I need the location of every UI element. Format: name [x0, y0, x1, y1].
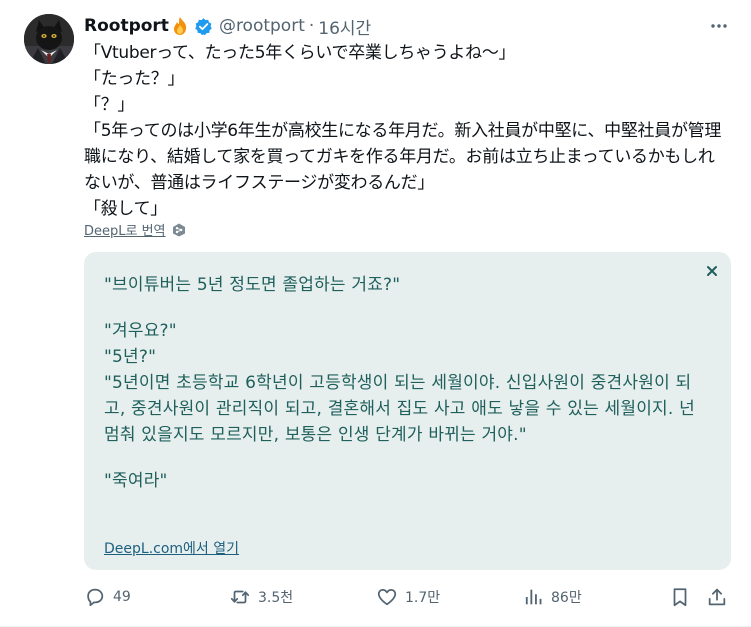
tweet-line: 「？」: [84, 95, 135, 115]
translate-bar: DeepL로 번역: [84, 220, 186, 239]
open-in-deepl-link[interactable]: DeepL.com에서 열기: [104, 538, 239, 558]
translation-text: "브이튜버는 5년 정도면 졸업하는 거죠?" "겨우요?" "5년?" "5년…: [104, 272, 704, 494]
translation-paragraph: "겨우요?": [104, 321, 177, 341]
separator-dot: ·: [308, 16, 315, 36]
bookmark-icon: [669, 586, 691, 608]
share-button[interactable]: [706, 584, 728, 610]
tweet-line: 「5年ってのは小学6年生が高校生になる年月だ。新入社員が中堅に、中堅社員が管理職…: [84, 121, 722, 193]
like-count: 1.7만: [405, 590, 441, 606]
translate-link[interactable]: DeepL로 번역: [84, 220, 166, 239]
reply-button[interactable]: 49: [84, 584, 131, 610]
views-bar-chart-icon: [522, 586, 544, 608]
avatar[interactable]: [24, 14, 74, 64]
reply-count: 49: [113, 589, 131, 605]
retweet-button[interactable]: 3.5천: [229, 584, 293, 610]
reply-icon: [84, 586, 106, 608]
tweet-card: Rootport @rootport · 16시간 「Vtuberって、たった5…: [0, 0, 751, 627]
translation-paragraph: "죽여라": [104, 471, 168, 491]
display-name[interactable]: Rootport: [84, 16, 169, 36]
translation-panel: "브이튜버는 5년 정도면 졸업하는 거죠?" "겨우요?" "5년?" "5년…: [84, 252, 731, 570]
share-icon: [706, 586, 728, 608]
tweet-line: 「たった？」: [84, 69, 185, 89]
translation-paragraph: "5년이면 초등학교 6학년이 고등학생이 되는 세월이야. 신입사원이 중견사…: [104, 373, 701, 445]
deepl-logo-icon: [172, 223, 186, 237]
verified-badge-icon: [194, 17, 213, 36]
retweet-icon: [229, 586, 251, 608]
like-button[interactable]: 1.7만: [376, 584, 440, 610]
tweet-header: Rootport @rootport · 16시간: [84, 14, 371, 39]
more-dots-icon[interactable]: [707, 14, 731, 38]
tweet-timestamp[interactable]: 16시간: [318, 14, 371, 39]
tweet-line: 「殺して」: [84, 199, 167, 219]
retweet-count: 3.5천: [258, 590, 294, 606]
action-bar: 49 3.5천 1.7만 86만: [84, 584, 731, 610]
user-handle[interactable]: @rootport: [219, 16, 305, 36]
bookmark-button[interactable]: [669, 584, 691, 610]
close-icon[interactable]: [703, 262, 721, 280]
tweet-line: 「Vtuberって、たった5年くらいで卒業しちゃうよね～」: [84, 43, 516, 63]
views-count: 86만: [551, 590, 582, 606]
heart-icon: [376, 586, 398, 608]
translation-paragraph: "5년?": [104, 347, 157, 367]
translation-paragraph: "브이튜버는 5년 정도면 졸업하는 거죠?": [104, 275, 401, 295]
views-button[interactable]: 86만: [522, 584, 582, 610]
tweet-text: 「Vtuberって、たった5年くらいで卒業しちゃうよね～」 「たった？」 「？」…: [84, 40, 729, 222]
fire-emoji-icon: [170, 16, 190, 36]
